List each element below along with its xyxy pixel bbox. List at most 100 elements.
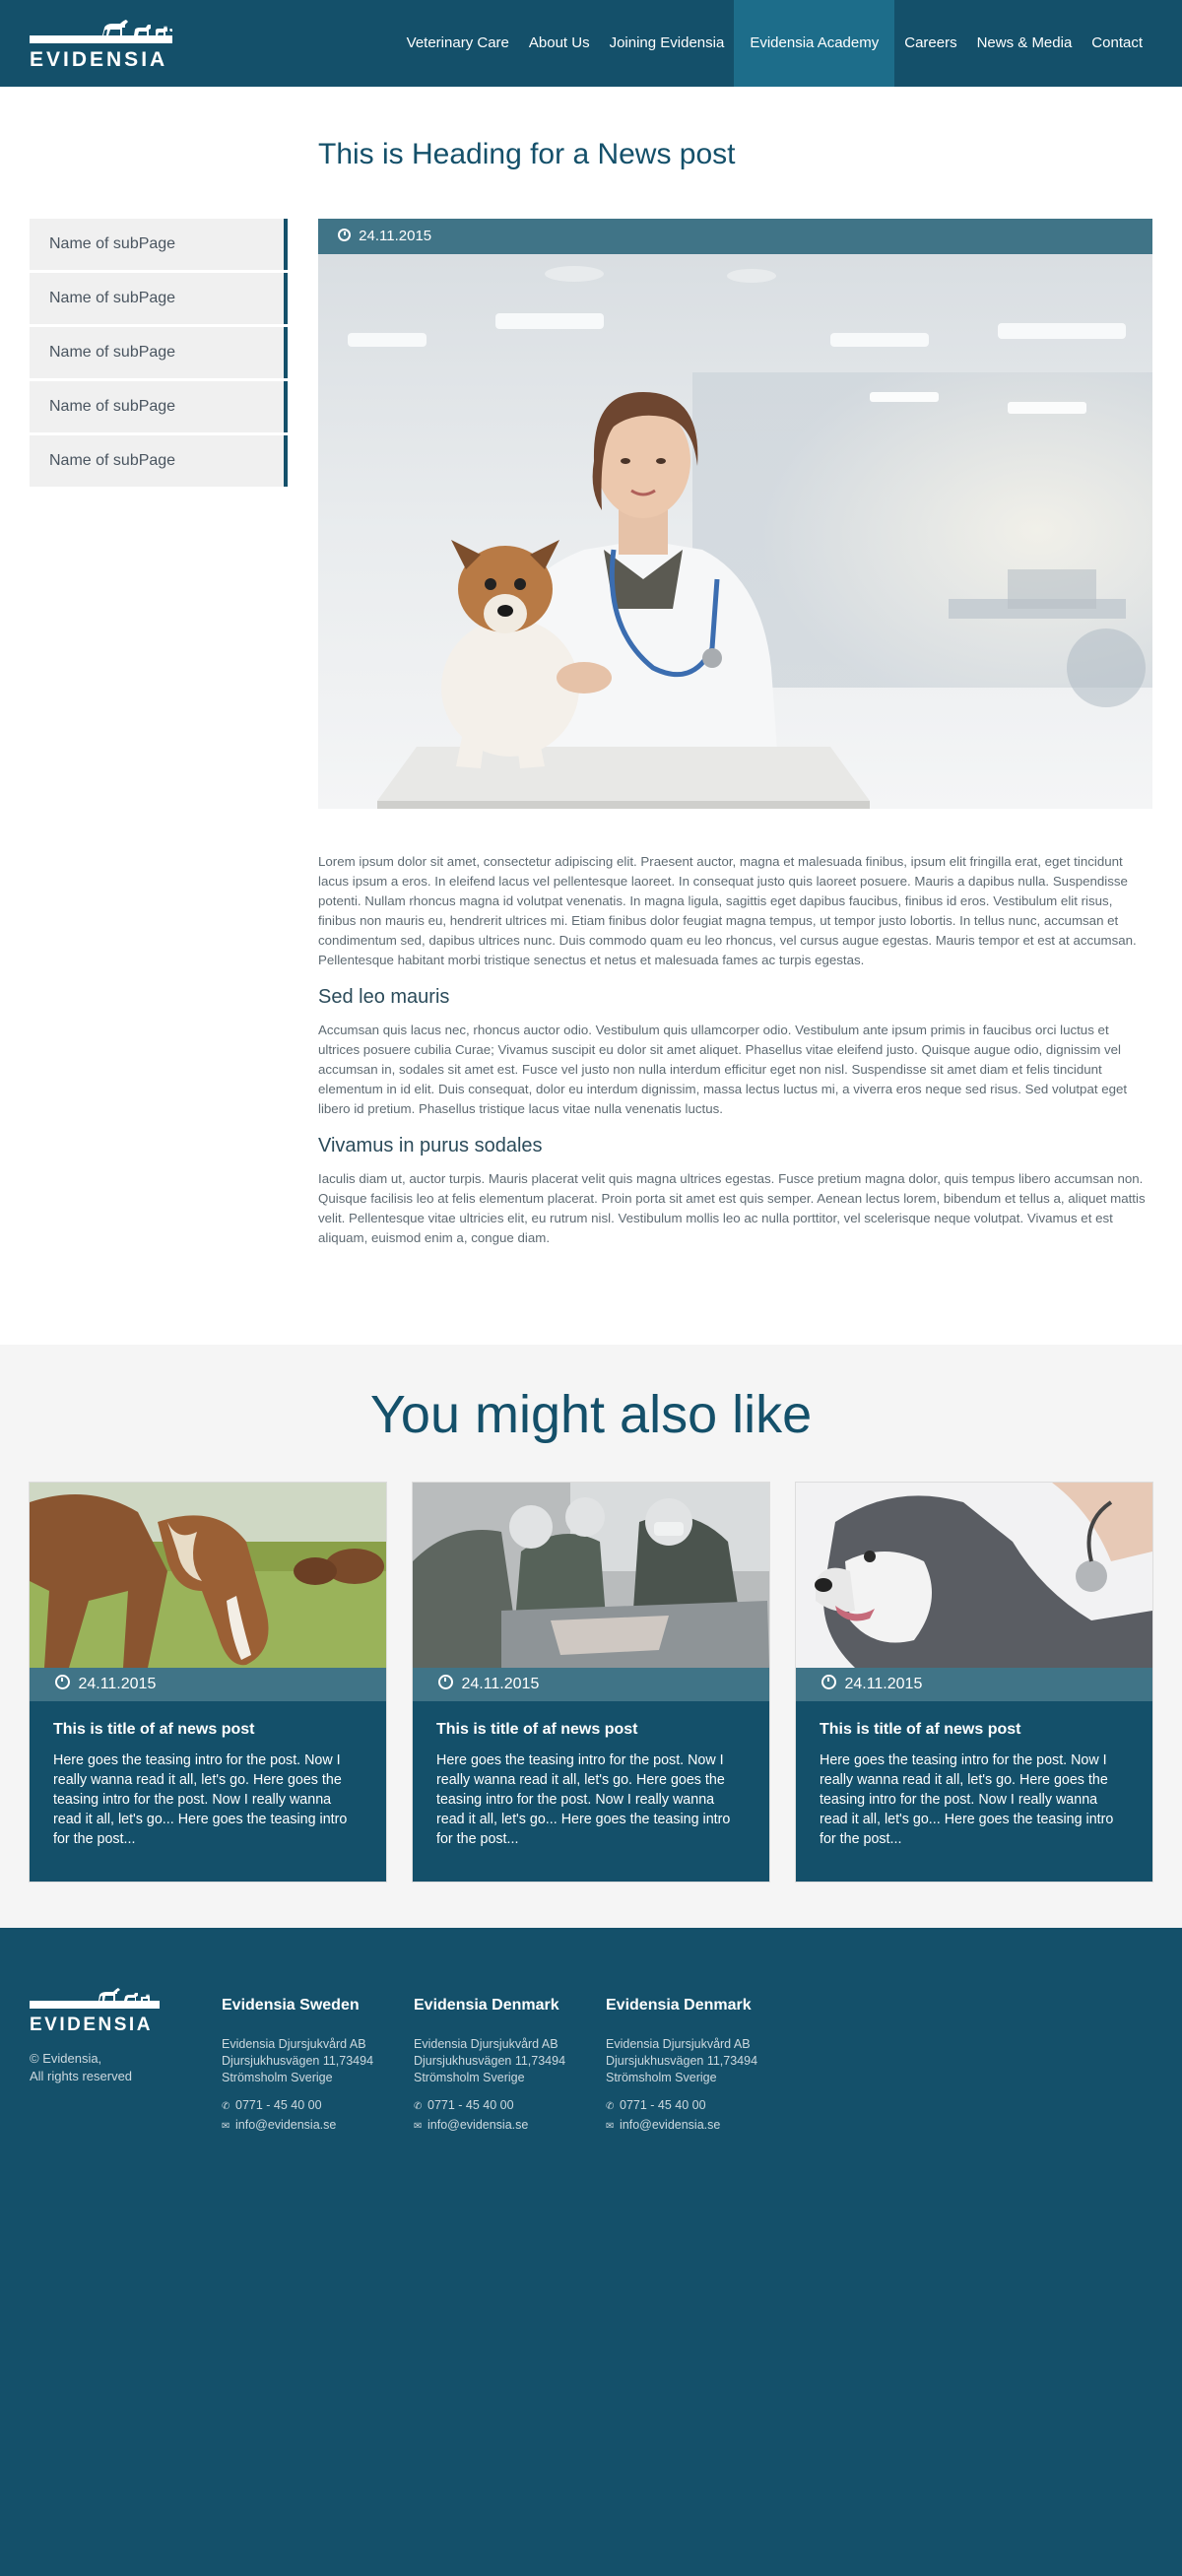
card-text: Here goes the teasing intro for the post… (820, 1752, 1114, 1847)
related-title: You might also like (369, 1385, 813, 1444)
nav-item-contact[interactable]: Contact (1082, 0, 1152, 87)
news-card[interactable]: 24.11.2015 This is title of af news post… (796, 1483, 1152, 1882)
footer-office-column: Evidensia Sweden Evidensia Djursjukvård A… (222, 1997, 419, 2136)
card-title: This is title of af news post (820, 1721, 1021, 1738)
card-body: This is title of af news post Here goes … (30, 1701, 386, 1869)
office-address: Evidensia Djursjukvård AB Djursjukhusväge… (222, 2036, 419, 2086)
office-title: Evidensia Denmark (606, 1997, 752, 2014)
news-post: 24.11.2015 Lorem ipsum dolor sit amet, c… (318, 219, 1152, 1264)
address-line: Evidensia Djursjukvård AB (222, 2037, 366, 2051)
phone-number: 0771 - 45 40 00 (620, 2098, 706, 2112)
address-line: Strömsholm Sverige (606, 2071, 717, 2084)
card-date-bar: 24.11.2015 (796, 1668, 1152, 1701)
email-link[interactable]: ✉ info@evidensia.se (414, 2116, 611, 2136)
card-text: Here goes the teasing intro for the post… (53, 1752, 348, 1847)
site-header: EVIDENSIA Veterinary Care About Us Joining… (0, 0, 1182, 87)
email-address: info@evidensia.se (620, 2118, 721, 2132)
brand-wordmark: EVIDENSIA (30, 48, 168, 71)
phone-number: 0771 - 45 40 00 (235, 2098, 322, 2112)
post-hero-image (318, 254, 1152, 809)
office-contact: ✆ 0771 - 45 40 00 ✉ info@evidensia.se (606, 2096, 803, 2136)
post-subheading: Sed leo mauris (318, 986, 450, 1008)
copyright-line: © Evidensia, (30, 2051, 102, 2066)
brand-logo[interactable]: EVIDENSIA (30, 18, 172, 71)
address-line: Djursjukhusvägen 11,73494 (222, 2054, 374, 2068)
card-date-bar: 24.11.2015 (30, 1668, 386, 1701)
phone-number: 0771 - 45 40 00 (427, 2098, 514, 2112)
footer-office-column: Evidensia Denmark Evidensia Djursjukvård … (414, 1997, 611, 2136)
card-image-horses (30, 1483, 386, 1668)
news-card[interactable]: 24.11.2015 This is title of af news post… (30, 1483, 386, 1882)
card-title: This is title of af news post (53, 1721, 255, 1738)
sub-navigation: Name of subPage Name of subPage Name of su… (30, 219, 288, 490)
footer-office-column: Evidensia Denmark Evidensia Djursjukvård … (606, 1997, 803, 2136)
card-body: This is title of af news post Here goes … (796, 1701, 1152, 1869)
address-line: Evidensia Djursjukvård AB (606, 2037, 751, 2051)
nav-item-news-media[interactable]: News & Media (967, 0, 1083, 87)
subnav-item[interactable]: Name of subPage (30, 327, 288, 378)
office-title: Evidensia Denmark (414, 1997, 559, 2014)
nav-item-careers[interactable]: Careers (894, 0, 966, 87)
email-link[interactable]: ✉ info@evidensia.se (606, 2116, 803, 2136)
office-contact: ✆ 0771 - 45 40 00 ✉ info@evidensia.se (222, 2096, 419, 2136)
post-body: Lorem ipsum dolor sit amet, consectetur … (318, 809, 1152, 1248)
email-link[interactable]: ✉ info@evidensia.se (222, 2116, 419, 2136)
phone-icon: ✆ (222, 2101, 230, 2112)
page-title: This is Heading for a News post (318, 138, 736, 170)
email-address: info@evidensia.se (427, 2118, 529, 2132)
address-line: Djursjukhusvägen 11,73494 (606, 2054, 758, 2068)
logo-bar (30, 35, 172, 43)
clock-icon (821, 1675, 836, 1689)
card-date: 24.11.2015 (461, 1676, 540, 1692)
post-paragraph: Lorem ipsum dolor sit amet, consectetur … (318, 854, 1137, 967)
phone-icon: ✆ (414, 2101, 423, 2112)
address-line: Strömsholm Sverige (222, 2071, 333, 2084)
post-paragraph: Iaculis diam ut, auctor turpis. Mauris p… (318, 1171, 1146, 1245)
subnav-item[interactable]: Name of subPage (30, 273, 288, 324)
office-address: Evidensia Djursjukvård AB Djursjukhusväge… (606, 2036, 803, 2086)
phone-icon: ✆ (606, 2101, 615, 2112)
card-body: This is title of af news post Here goes … (413, 1701, 769, 1869)
phone-link[interactable]: ✆ 0771 - 45 40 00 (606, 2096, 803, 2116)
footer-logo[interactable]: EVIDENSIA (30, 1985, 160, 2036)
post-date: 24.11.2015 (359, 228, 432, 244)
address-line: Djursjukhusvägen 11,73494 (414, 2054, 566, 2068)
envelope-icon: ✉ (606, 2121, 615, 2132)
envelope-icon: ✉ (222, 2121, 230, 2132)
address-line: Evidensia Djursjukvård AB (414, 2037, 558, 2051)
news-card[interactable]: 24.11.2015 This is title of af news post… (413, 1483, 769, 1882)
phone-link[interactable]: ✆ 0771 - 45 40 00 (222, 2096, 419, 2116)
address-line: Strömsholm Sverige (414, 2071, 525, 2084)
post-date-bar: 24.11.2015 (318, 219, 1152, 254)
email-address: info@evidensia.se (235, 2118, 337, 2132)
card-date-bar: 24.11.2015 (413, 1668, 769, 1701)
office-title: Evidensia Sweden (222, 1997, 360, 2014)
subnav-item[interactable]: Name of subPage (30, 219, 288, 270)
footer-wordmark: EVIDENSIA (30, 2015, 153, 2035)
card-date: 24.11.2015 (844, 1676, 923, 1692)
related-posts: You might also like 24.11.2015 This is t… (0, 1345, 1182, 1928)
envelope-icon: ✉ (414, 2121, 423, 2132)
site-footer: EVIDENSIA © Evidensia, All rights reserv… (0, 1928, 1182, 2576)
office-contact: ✆ 0771 - 45 40 00 ✉ info@evidensia.se (414, 2096, 611, 2136)
main-content: This is Heading for a News post Name of … (0, 87, 1182, 1345)
card-image-surgery (413, 1483, 769, 1668)
nav-item-about-us[interactable]: About Us (519, 0, 600, 87)
nav-item-veterinary-care[interactable]: Veterinary Care (397, 0, 519, 87)
card-image-husky (796, 1483, 1152, 1668)
office-address: Evidensia Djursjukvård AB Djursjukhusväge… (414, 2036, 611, 2086)
main-navigation: Veterinary Care About Us Joining Evidensia… (397, 0, 1152, 87)
subnav-item[interactable]: Name of subPage (30, 435, 288, 487)
clock-icon (55, 1675, 70, 1689)
nav-item-evidensia-academy[interactable]: Evidensia Academy (734, 0, 895, 87)
card-date: 24.11.2015 (78, 1676, 157, 1692)
footer-copyright: © Evidensia, All rights reserved (30, 2050, 132, 2085)
animals-logo-icon (102, 20, 172, 35)
clock-icon (338, 229, 351, 241)
phone-link[interactable]: ✆ 0771 - 45 40 00 (414, 2096, 611, 2116)
post-paragraph: Accumsan quis lacus nec, rhoncus auctor … (318, 1023, 1128, 1116)
nav-item-joining-evidensia[interactable]: Joining Evidensia (600, 0, 735, 87)
subnav-item[interactable]: Name of subPage (30, 381, 288, 432)
card-text: Here goes the teasing intro for the post… (436, 1752, 731, 1847)
rights-line: All rights reserved (30, 2069, 133, 2083)
